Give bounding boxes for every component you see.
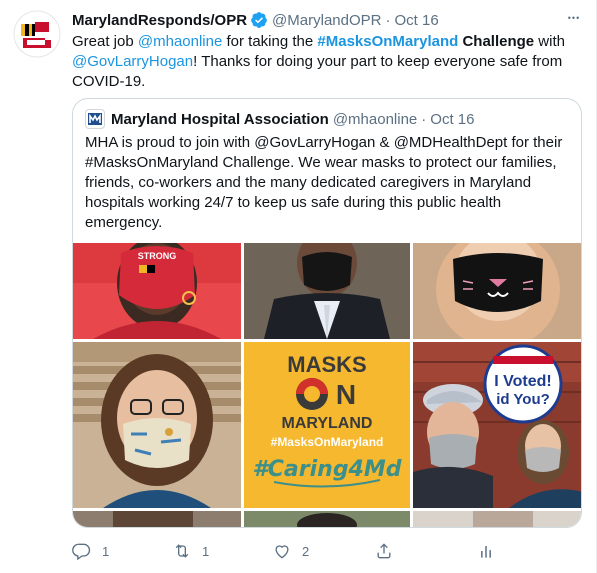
retweet-icon [175,544,189,558]
quote-text: MHA is proud to join with @GovLarryHogan… [85,134,563,231]
like-count: 2 [302,543,310,559]
quote-separator: · [421,110,427,128]
avatar[interactable] [13,10,61,58]
handle[interactable]: @MarylandOPR [272,12,381,29]
media-grid[interactable]: STRONG MASKS O N MARYLAND #MasksOnMaryla… [73,243,581,527]
reply-count: 1 [102,543,110,559]
retweet-button[interactable]: 1 [172,536,209,566]
photo-person-cat-mask[interactable] [413,243,581,339]
text-segment: for taking the [222,33,318,50]
photo-row3-a[interactable] [73,511,241,527]
photo-person-red-mask[interactable]: STRONG [73,243,241,339]
tweet-header: MarylandResponds/OPR @MarylandOPR · Oct … [72,10,439,30]
tweet[interactable]: MarylandResponds/OPR @MarylandOPR · Oct … [0,0,597,573]
timestamp[interactable]: Oct 16 [394,12,438,29]
reply-icon [72,543,91,561]
retweet-count: 1 [202,543,210,559]
graphic-line-1: MASKS [287,352,366,377]
graphic-line-3: MARYLAND [282,415,373,432]
sign-line-2: id You? [496,391,550,408]
mention-link[interactable]: @mhaonline [138,33,222,50]
sign-line-1: I Voted! [494,373,551,390]
more-icon[interactable]: ••• [562,8,586,28]
photo-row3-b[interactable] [244,511,410,527]
hashtag-link[interactable]: #MasksOnMaryland [317,33,458,50]
verified-badge-icon [251,12,267,28]
separator: · [385,11,391,29]
more-label: ••• [567,13,581,23]
graphic-script: #Caring4Md [252,457,401,482]
text-segment: Great job [72,33,138,50]
photo-voted-couple[interactable]: I Voted! id You? [413,342,581,508]
photo-person-black-mask[interactable] [244,243,410,339]
reply-button[interactable]: 1 [72,536,109,566]
photo-row3-c[interactable] [413,511,581,527]
text-segment: with [534,33,565,50]
mention-link[interactable]: @GovLarryHogan [72,53,193,70]
quote-header: Maryland Hospital Association @mhaonline… [85,109,474,129]
like-icon [275,545,289,559]
graphic-hashtag: #MasksOnMaryland [271,435,384,449]
mask-print-text: STRONG [138,251,177,261]
masks-on-maryland-graphic[interactable]: MASKS O N MARYLAND #MasksOnMaryland #Car… [244,342,410,508]
action-bar: 1 1 2 [72,536,512,566]
display-name[interactable]: MarylandResponds/OPR [72,12,247,29]
graphic-line-2b: N [336,379,356,410]
tweet-text: Great job @mhaonline for taking the #Mas… [72,32,582,92]
share-icon [377,543,391,559]
quote-timestamp: Oct 16 [430,110,475,128]
like-button[interactable]: 2 [272,536,309,566]
analytics-button[interactable] [476,536,496,566]
quoted-tweet[interactable]: Maryland Hospital Association @mhaonline… [72,98,582,528]
quote-avatar [85,109,105,129]
share-button[interactable] [374,536,394,566]
photo-person-glasses[interactable] [73,342,241,508]
analytics-icon [481,546,491,558]
quote-handle: @mhaonline [332,110,418,128]
quote-display-name: Maryland Hospital Association [111,110,329,128]
text-segment-bold: Challenge [458,33,535,50]
